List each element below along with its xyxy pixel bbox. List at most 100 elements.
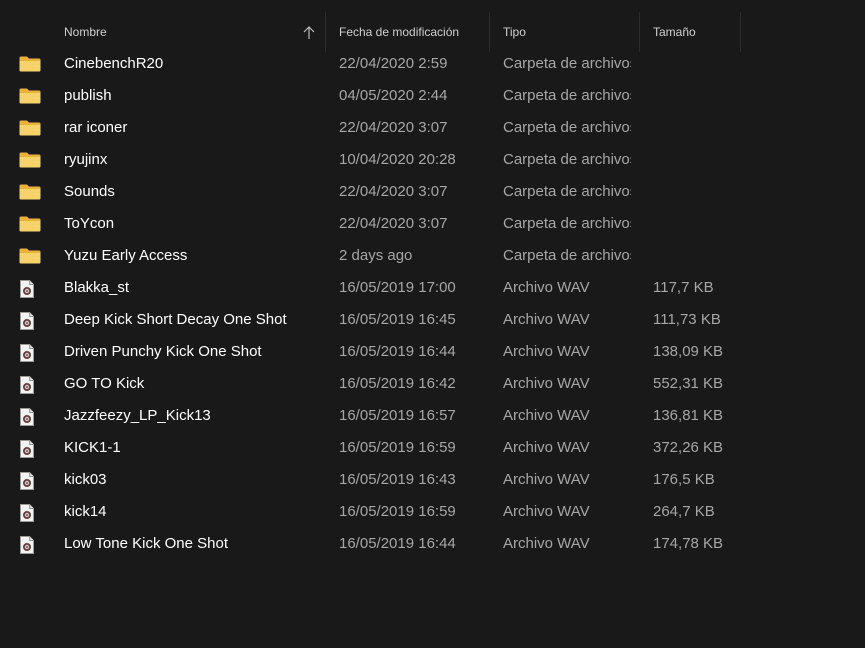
item-name: kick03 — [64, 471, 107, 488]
item-date: 2 days ago — [339, 247, 413, 264]
item-date: 22/04/2020 3:07 — [339, 119, 448, 136]
list-item[interactable]: GO TO Kick 16/05/2019 16:42 Archivo WAV 552… — [0, 368, 865, 400]
item-name: Blakka_st — [64, 279, 130, 296]
list-item[interactable]: Deep Kick Short Decay One Shot 16/05/2019… — [0, 304, 865, 336]
item-size: 138,09 KB — [653, 343, 724, 360]
item-size: 372,26 KB — [653, 439, 724, 456]
folder-icon — [19, 216, 41, 232]
item-size: 136,81 KB — [653, 407, 724, 424]
item-size: 176,5 KB — [653, 471, 715, 488]
file-list: CinebenchR20 22/04/2020 2:59 Carpeta de ar… — [0, 48, 865, 560]
item-size — [653, 176, 743, 208]
item-size — [653, 112, 743, 144]
folder-icon — [19, 120, 41, 136]
item-type: Archivo WAV — [503, 503, 590, 520]
item-type: Archivo WAV — [503, 439, 590, 456]
audio-file-icon — [19, 440, 41, 458]
list-item[interactable]: Driven Punchy Kick One Shot 16/05/2019 16… — [0, 336, 865, 368]
item-name: Sounds — [64, 183, 115, 200]
item-type: Carpeta de archivos — [503, 183, 631, 200]
list-item[interactable]: Blakka_st 16/05/2019 17:00 Archivo WAV 117,… — [0, 272, 865, 304]
list-item[interactable]: kick03 16/05/2019 16:43 Archivo WAV 176,5 K… — [0, 464, 865, 496]
item-type: Archivo WAV — [503, 471, 590, 488]
folder-icon — [19, 152, 41, 168]
list-item[interactable]: ToYcon 22/04/2020 3:07 Carpeta de archivos — [0, 208, 865, 240]
list-item[interactable]: rar iconer 22/04/2020 3:07 Carpeta de arch… — [0, 112, 865, 144]
item-size: 117,7 KB — [653, 279, 714, 296]
column-header-date[interactable]: Fecha de modificación — [327, 12, 490, 52]
item-type: Carpeta de archivos — [503, 87, 631, 104]
list-item[interactable]: CinebenchR20 22/04/2020 2:59 Carpeta de ar… — [0, 48, 865, 80]
item-type: Carpeta de archivos — [503, 55, 631, 72]
list-item[interactable]: kick14 16/05/2019 16:59 Archivo WAV 264,7 K… — [0, 496, 865, 528]
audio-file-icon — [19, 504, 41, 522]
item-size: 111,73 KB — [653, 311, 721, 328]
audio-file-icon — [19, 408, 41, 426]
list-item[interactable]: publish 04/05/2020 2:44 Carpeta de archivo… — [0, 80, 865, 112]
item-name: Low Tone Kick One Shot — [64, 535, 228, 552]
item-date: 16/05/2019 16:59 — [339, 503, 456, 520]
list-item[interactable]: Low Tone Kick One Shot 16/05/2019 16:44 Ar… — [0, 528, 865, 560]
item-name: ryujinx — [64, 151, 108, 168]
item-date: 22/04/2020 3:07 — [339, 183, 448, 200]
item-type: Archivo WAV — [503, 407, 590, 424]
item-name: Driven Punchy Kick One Shot — [64, 343, 262, 360]
column-header-date-label: Fecha de modificación — [339, 25, 460, 39]
item-date: 22/04/2020 2:59 — [339, 55, 448, 72]
list-item[interactable]: Yuzu Early Access 2 days ago Carpeta de ar… — [0, 240, 865, 272]
item-size — [653, 240, 743, 272]
item-type: Archivo WAV — [503, 535, 590, 552]
audio-file-icon — [19, 376, 41, 394]
item-size: 264,7 KB — [653, 503, 715, 520]
audio-file-icon — [19, 280, 41, 298]
list-item[interactable]: KICK1-1 16/05/2019 16:59 Archivo WAV 372,26… — [0, 432, 865, 464]
item-name: CinebenchR20 — [64, 55, 164, 72]
item-size: 552,31 KB — [653, 375, 724, 392]
item-name: Yuzu Early Access — [64, 247, 188, 264]
item-size — [653, 48, 743, 80]
item-type: Carpeta de archivos — [503, 215, 631, 232]
item-name: ToYcon — [64, 215, 115, 232]
folder-icon — [19, 248, 41, 264]
sort-ascending-icon — [301, 12, 317, 52]
list-item[interactable]: Sounds 22/04/2020 3:07 Carpeta de archivos — [0, 176, 865, 208]
item-date: 16/05/2019 16:45 — [339, 311, 456, 328]
item-type: Carpeta de archivos — [503, 151, 631, 168]
column-header-type[interactable]: Tipo — [491, 12, 640, 52]
item-type: Archivo WAV — [503, 343, 590, 360]
file-explorer-details-view: Nombre Fecha de modificación Tipo Tamaño… — [0, 0, 865, 648]
item-date: 16/05/2019 16:57 — [339, 407, 456, 424]
item-size — [653, 144, 743, 176]
item-size: 174,78 KB — [653, 535, 724, 552]
column-header-name[interactable]: Nombre — [52, 12, 326, 52]
item-name: Deep Kick Short Decay One Shot — [64, 311, 287, 328]
item-date: 10/04/2020 20:28 — [339, 151, 456, 168]
item-type: Archivo WAV — [503, 375, 590, 392]
item-name: publish — [64, 87, 112, 104]
audio-file-icon — [19, 344, 41, 362]
audio-file-icon — [19, 472, 41, 490]
item-type: Archivo WAV — [503, 279, 590, 296]
audio-file-icon — [19, 312, 41, 330]
item-name: Jazzfeezy_LP_Kick13 — [64, 407, 211, 424]
item-name: kick14 — [64, 503, 107, 520]
folder-icon — [19, 56, 41, 72]
item-date: 04/05/2020 2:44 — [339, 87, 448, 104]
folder-icon — [19, 184, 41, 200]
item-name: rar iconer — [64, 119, 128, 136]
folder-icon — [19, 88, 41, 104]
item-name: KICK1-1 — [64, 439, 121, 456]
item-date: 16/05/2019 16:42 — [339, 375, 456, 392]
column-header-type-label: Tipo — [503, 25, 526, 39]
list-item[interactable]: ryujinx 10/04/2020 20:28 Carpeta de archiv… — [0, 144, 865, 176]
column-header-size[interactable]: Tamaño — [641, 12, 741, 52]
item-date: 16/05/2019 16:43 — [339, 471, 456, 488]
item-date: 16/05/2019 16:59 — [339, 439, 456, 456]
item-date: 16/05/2019 17:00 — [339, 279, 456, 296]
audio-file-icon — [19, 536, 41, 554]
item-type: Carpeta de archivos — [503, 119, 631, 136]
list-item[interactable]: Jazzfeezy_LP_Kick13 16/05/2019 16:57 Archi… — [0, 400, 865, 432]
item-date: 16/05/2019 16:44 — [339, 343, 456, 360]
column-header-name-label: Nombre — [64, 25, 107, 39]
item-date: 16/05/2019 16:44 — [339, 535, 456, 552]
